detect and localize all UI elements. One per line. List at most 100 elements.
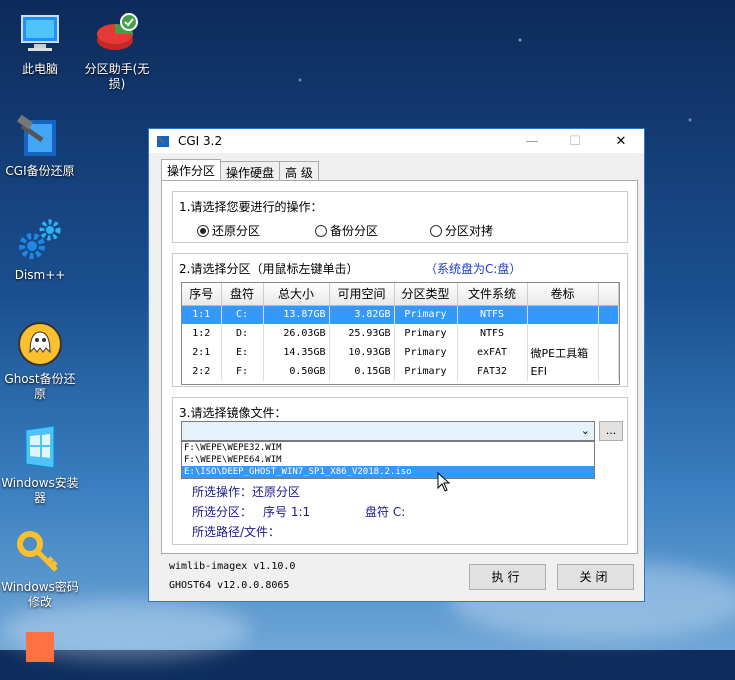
- table-cell-filler: [598, 362, 619, 381]
- table-row[interactable]: 1:1 C: 13.87GB 3.82GB Primary NTFS: [182, 305, 619, 324]
- column-header[interactable]: 总大小: [263, 283, 330, 306]
- desktop-icon-label: Windows密码修改: [1, 580, 79, 609]
- tab-partition[interactable]: 操作分区: [161, 159, 222, 180]
- desktop-icon-windows-installer[interactable]: Windows安装器: [1, 424, 79, 506]
- table-cell: F:: [221, 362, 264, 381]
- chevron-down-icon[interactable]: ⌄: [581, 424, 590, 437]
- column-header[interactable]: 序号: [182, 283, 222, 306]
- table-cell: NTFS: [457, 305, 528, 324]
- radio-dot[interactable]: [197, 224, 209, 237]
- title-bar[interactable]: CGI 3.2 — ☐ ✕: [149, 129, 644, 153]
- table-row[interactable]: 2:2 F: 0.50GB 0.15GB Primary FAT32 EFI: [182, 362, 619, 381]
- summary-partition-index: 序号 1:1: [263, 505, 311, 519]
- summary-drive: 盘符 C:: [365, 505, 406, 519]
- dropdown-option[interactable]: F:\WEPE\WEPE64.WIM: [182, 454, 594, 466]
- table-cell: 14.35GB: [263, 343, 330, 362]
- desktop-icon-label: Windows安装器: [1, 476, 79, 505]
- image-group-title: 3.请选择镜像文件：: [179, 406, 287, 420]
- tab-panel: 1.请选择您要进行的操作： 还原分区 备份分区 分区对拷 2.请选择分区（用鼠标…: [161, 180, 638, 554]
- table-cell: Primary: [394, 324, 458, 343]
- desktop-icon-label: 此电脑: [21, 62, 58, 76]
- partition-group-title: 2.请选择分区（用鼠标左键单击）: [179, 262, 359, 276]
- desktop-icon-ghost[interactable]: Ghost备份还原: [1, 320, 79, 402]
- ghost-icon: [16, 320, 64, 368]
- desktop-icon-dism[interactable]: Dism++: [1, 216, 79, 283]
- column-header[interactable]: 分区类型: [394, 283, 458, 306]
- summary-operation: 所选操作：还原分区: [192, 485, 301, 499]
- column-header[interactable]: 文件系统: [457, 283, 528, 306]
- cgi-backup-icon: [16, 112, 64, 160]
- column-header[interactable]: 卷标: [527, 283, 599, 306]
- maximize-button[interactable]: ☐: [558, 129, 592, 153]
- table-cell: Primary: [394, 362, 458, 381]
- radio-restore[interactable]: 还原分区: [197, 222, 260, 239]
- table-row[interactable]: 2:1 E: 14.35GB 10.93GB Primary exFAT 微PE工具箱: [182, 343, 619, 362]
- table-cell: 10.93GB: [329, 343, 395, 362]
- minimize-button[interactable]: —: [515, 129, 549, 153]
- table-cell: Primary: [394, 343, 458, 362]
- radio-dot[interactable]: [315, 224, 327, 237]
- column-header[interactable]: 盘符: [221, 283, 264, 306]
- table-cell: 1:2: [182, 324, 222, 343]
- partition-assistant-icon: [93, 10, 141, 58]
- table-cell-filler: [598, 343, 619, 362]
- tab-disk[interactable]: 操作硬盘: [220, 161, 281, 180]
- table-cell: 25.93GB: [329, 324, 395, 343]
- operation-group-title: 1.请选择您要进行的操作：: [179, 200, 323, 214]
- browse-button[interactable]: ...: [599, 421, 623, 441]
- table-cell: 3.82GB: [329, 305, 395, 324]
- radio-label: 备份分区: [330, 224, 379, 238]
- table-cell: 0.15GB: [329, 362, 395, 381]
- desktop-icon-label: Dism++: [14, 268, 66, 282]
- table-cell: 26.03GB: [263, 324, 330, 343]
- ghost-version: GHOST64 v12.0.0.8065: [169, 580, 290, 591]
- table-cell: NTFS: [457, 324, 528, 343]
- table-cell: D:: [221, 324, 264, 343]
- table-cell: 微PE工具箱: [527, 343, 599, 362]
- operation-group: 1.请选择您要进行的操作： 还原分区 备份分区 分区对拷: [172, 191, 628, 243]
- desktop-icon-partial[interactable]: [1, 628, 79, 680]
- image-file-combobox[interactable]: ⌄: [181, 421, 595, 441]
- column-header[interactable]: 可用空间: [329, 283, 395, 306]
- dism-gear-icon: [16, 216, 64, 264]
- column-header-filler: [598, 283, 619, 306]
- window-title: CGI 3.2: [178, 134, 223, 148]
- partition-table[interactable]: 序号 盘符 总大小 可用空间 分区类型 文件系统 卷标 1:1 C: 13.87GB 3.82GB…: [181, 282, 620, 385]
- execute-button[interactable]: 执行: [469, 564, 546, 590]
- table-cell: 2:1: [182, 343, 222, 362]
- table-row[interactable]: 1:2 D: 26.03GB 25.93GB Primary NTFS: [182, 324, 619, 343]
- dropdown-option-highlighted[interactable]: E:\ISO\DEEP_GHOST_WIN7_SP1_X86_V2018.2.i…: [182, 466, 594, 478]
- key-icon: [16, 528, 64, 576]
- radio-label: 分区对拷: [445, 224, 494, 238]
- desktop-icon-password[interactable]: Windows密码修改: [1, 528, 79, 610]
- desktop-icon-partition-assistant[interactable]: 分区助手(无损): [78, 10, 156, 92]
- table-cell: [527, 305, 599, 324]
- table-cell: 13.87GB: [263, 305, 330, 324]
- desktop-icon-label: CGI备份还原: [5, 164, 75, 178]
- radio-dot[interactable]: [430, 224, 442, 237]
- close-button[interactable]: 关闭: [557, 564, 634, 590]
- radio-copy[interactable]: 分区对拷: [430, 222, 493, 239]
- radio-backup[interactable]: 备份分区: [315, 222, 378, 239]
- table-cell: [527, 324, 599, 343]
- system-drive-note: （系统盘为C:盘）: [425, 262, 522, 276]
- desktop-icon-cgi[interactable]: CGI备份还原: [1, 112, 79, 179]
- tab-advanced[interactable]: 高 级: [279, 161, 319, 180]
- summary-path: 所选路径/文件：: [192, 525, 281, 539]
- computer-icon: [16, 10, 64, 58]
- table-cell: Primary: [394, 305, 458, 324]
- table-cell: EFI: [527, 362, 599, 381]
- table-cell: exFAT: [457, 343, 528, 362]
- desktop-icon-computer[interactable]: 此电脑: [1, 10, 79, 77]
- close-window-button[interactable]: ✕: [604, 129, 638, 153]
- folder-icon: [16, 628, 64, 676]
- desktop-icon-label: 分区助手(无损): [84, 62, 150, 91]
- desktop-icon-label: Ghost备份还原: [4, 372, 76, 401]
- dropdown-option[interactable]: F:\WEPE\WEPE32.WIM: [182, 442, 594, 454]
- table-cell-filler: [598, 324, 619, 343]
- table-cell: 0.50GB: [263, 362, 330, 381]
- summary-partition-label: 所选分区：: [192, 505, 253, 519]
- table-cell: 2:2: [182, 362, 222, 381]
- radio-label: 还原分区: [212, 224, 261, 238]
- wimlib-version: wimlib-imagex v1.10.0: [169, 561, 296, 572]
